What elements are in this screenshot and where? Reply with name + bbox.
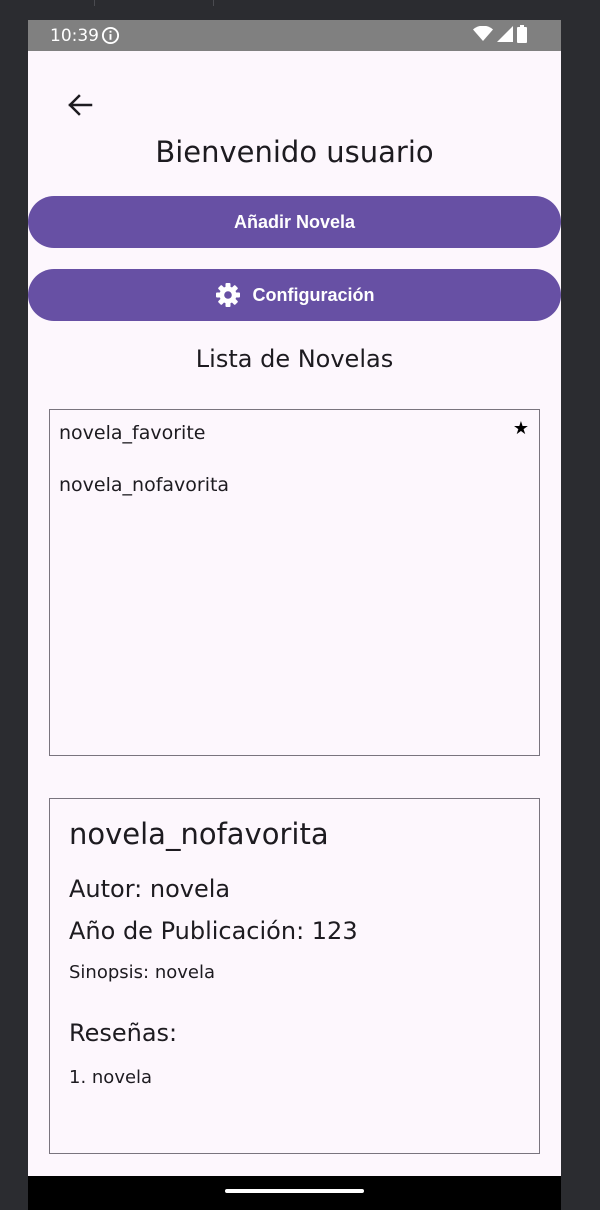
list-item[interactable]: novela_nofavorita	[50, 462, 539, 510]
page-title: Bienvenido usuario	[155, 135, 434, 169]
detail-synopsis: Sinopsis: novela	[69, 962, 215, 983]
reviews-heading: Reseñas:	[69, 1019, 178, 1047]
info-icon	[101, 26, 120, 45]
status-time: 10:39	[50, 26, 99, 46]
tab-divider	[94, 0, 95, 6]
home-handle[interactable]	[225, 1189, 364, 1193]
add-novel-label: Añadir Novela	[233, 211, 356, 232]
tab-divider	[213, 0, 214, 6]
navigation-bar	[28, 1176, 561, 1210]
signal-icon	[497, 25, 513, 46]
wifi-icon	[473, 25, 493, 46]
arrow-left-icon	[67, 94, 93, 120]
settings-label: Configuración	[252, 284, 375, 305]
gear-icon	[215, 282, 241, 308]
status-bar: 10:39	[28, 20, 561, 51]
phone-screen: 10:39 Bienvenido usuario Añadir Novela C…	[28, 20, 561, 1176]
novel-item-label: novela_favorite	[59, 422, 206, 444]
detail-author: Autor: novela	[69, 875, 231, 903]
star-icon: ★	[512, 418, 529, 439]
back-button[interactable]	[63, 90, 97, 124]
add-novel-button[interactable]: Añadir Novela	[28, 196, 561, 248]
novel-detail-card: novela_nofavorita Autor: novela Año de P…	[49, 798, 540, 1154]
window-top-strip	[0, 0, 600, 20]
novel-list-title: Lista de Novelas	[195, 345, 394, 373]
detail-title: novela_nofavorita	[69, 817, 329, 851]
detail-year: Año de Publicación: 123	[69, 917, 358, 945]
review-item: 1. novela	[69, 1067, 153, 1088]
list-item[interactable]: novela_favorite ★	[50, 410, 539, 458]
novel-list[interactable]: novela_favorite ★ novela_nofavorita	[49, 409, 540, 756]
battery-icon	[517, 24, 527, 47]
status-icons	[473, 24, 527, 47]
novel-item-label: novela_nofavorita	[59, 474, 230, 496]
settings-button[interactable]: Configuración	[28, 269, 561, 321]
